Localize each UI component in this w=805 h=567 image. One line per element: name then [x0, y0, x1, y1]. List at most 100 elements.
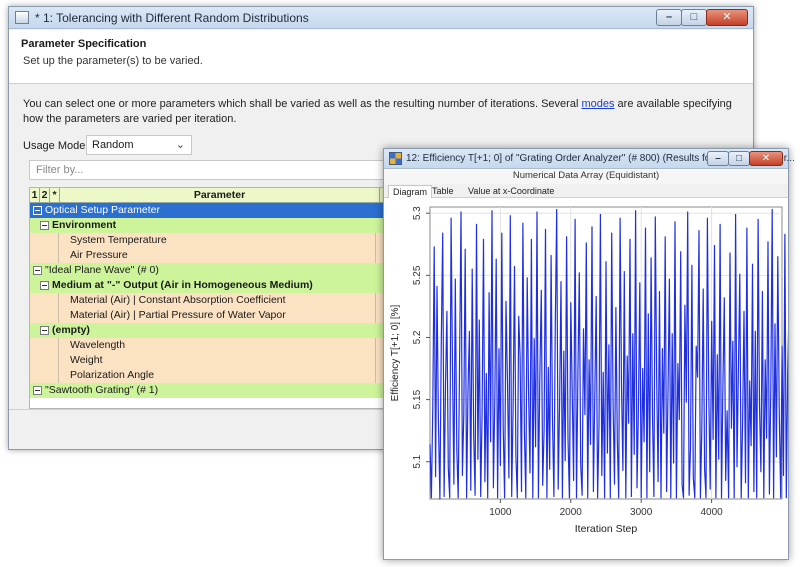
cell-divider: [375, 353, 376, 368]
column-header-2[interactable]: 2: [40, 188, 50, 203]
tree-row-empty[interactable]: (empty): [30, 323, 408, 338]
maximize-icon: □: [690, 11, 698, 23]
tree-row-label: "Sawtooth Grating" (# 1): [45, 384, 159, 396]
y-axis-label: Efficiency T[+1; 0] [%]: [390, 304, 401, 401]
page-header: Parameter Specification Set up the param…: [9, 30, 753, 84]
y-tick-label: 5.1: [412, 454, 423, 468]
tree-row-label: Polarization Angle: [70, 369, 155, 381]
collapse-icon[interactable]: [40, 221, 49, 230]
y-tick-label: 5.2: [412, 330, 423, 344]
column-header-1[interactable]: 1: [30, 188, 40, 203]
tree-guide: [58, 293, 59, 308]
column-header-parameter[interactable]: Parameter: [60, 188, 380, 203]
tab-diagram[interactable]: Diagram: [388, 185, 433, 198]
minimize-icon: –: [715, 153, 721, 164]
tree-guide: [58, 368, 59, 383]
tree-row-label: Material (Air) | Partial Pressure of Wat…: [70, 309, 286, 321]
chart-window-icon: [389, 152, 402, 165]
cell-divider: [375, 293, 376, 308]
x-tick-label: 4000: [700, 507, 723, 518]
tree-guide: [58, 308, 59, 323]
x-tick-label: 1000: [489, 507, 512, 518]
tree-row-label: "Ideal Plane Wave" (# 0): [45, 264, 159, 276]
x-tick-label: 3000: [630, 507, 653, 518]
description-text: You can select one or more parameters wh…: [23, 97, 748, 127]
chart-title-bar[interactable]: 12: Efficiency T[+1; 0] of "Grating Orde…: [384, 149, 795, 169]
cell-divider: [375, 308, 376, 323]
collapse-icon[interactable]: [33, 206, 42, 215]
tree-row-weight[interactable]: Weight: [30, 353, 408, 368]
collapse-icon[interactable]: [33, 386, 42, 395]
tree-row-label: Medium at "-" Output (Air in Homogeneous…: [52, 279, 313, 291]
filter-input[interactable]: Filter by...: [29, 160, 409, 180]
usage-mode-select[interactable]: Random ⌄: [86, 135, 192, 155]
usage-mode-label: Usage Mode: [23, 140, 86, 152]
parameter-grid: 1 2 * Parameter Va Optical Setup Paramet…: [29, 187, 409, 409]
chart-close-button[interactable]: ✕: [749, 151, 783, 166]
chart-tabs: Diagram Table Value at x-Coordinate: [384, 184, 788, 198]
collapse-icon[interactable]: [40, 326, 49, 335]
y-tick-label: 5.25: [412, 265, 423, 285]
tab-value-at-x-coordinate[interactable]: Value at x-Coordinate: [464, 185, 558, 197]
x-tick-label: 2000: [560, 507, 583, 518]
tree-row-label: Air Pressure: [70, 249, 128, 261]
y-tick-label: 5.15: [412, 389, 423, 409]
cell-divider: [375, 248, 376, 263]
tree-guide: [58, 338, 59, 353]
tree-row-label: System Temperature: [70, 234, 167, 246]
collapse-icon[interactable]: [40, 281, 49, 290]
tree-row-label: Material (Air) | Constant Absorption Coe…: [70, 294, 286, 306]
tree-row-label: Environment: [52, 219, 117, 231]
chart-maximize-button[interactable]: □: [728, 151, 750, 166]
description-part-1: You can select one or more parameters wh…: [23, 98, 582, 110]
chart-window-controls: – □ ✕: [707, 151, 783, 166]
tree-row-polarization-angle[interactable]: Polarization Angle: [30, 368, 408, 383]
cell-divider: [375, 338, 376, 353]
tree-row-system-temperature[interactable]: System Temperature: [30, 233, 408, 248]
chart-minimize-button[interactable]: –: [707, 151, 729, 166]
y-tick-label: 5.3: [412, 206, 423, 220]
close-button[interactable]: ✕: [706, 9, 748, 26]
collapse-icon[interactable]: [33, 266, 42, 275]
tree-row-ideal-plane-wave[interactable]: "Ideal Plane Wave" (# 0): [30, 263, 408, 278]
tree-row-label: Wavelength: [70, 339, 126, 351]
main-window-title: * 1: Tolerancing with Different Random D…: [35, 11, 309, 25]
usage-mode-value: Random: [92, 139, 134, 151]
column-header-star[interactable]: *: [50, 188, 60, 203]
efficiency-chart[interactable]: 1000 2000 3000 4000 5.1 5.15 5.2 5.25 5.3 Iterati…: [384, 199, 788, 559]
cell-divider: [375, 233, 376, 248]
tree-row-environment[interactable]: Environment: [30, 218, 408, 233]
tree-row-absorption-coefficient[interactable]: Material (Air) | Constant Absorption Coe…: [30, 293, 408, 308]
tree-row-optical-setup[interactable]: Optical Setup Parameter: [30, 203, 408, 218]
tree-row-wavelength[interactable]: Wavelength: [30, 338, 408, 353]
tree-row-water-vapor[interactable]: Material (Air) | Partial Pressure of Wat…: [30, 308, 408, 323]
cell-divider: [375, 368, 376, 383]
main-title-bar[interactable]: * 1: Tolerancing with Different Random D…: [9, 7, 753, 29]
window-controls: – □ ✕: [656, 9, 748, 26]
tree-guide: [58, 248, 59, 263]
page-title: Parameter Specification: [21, 38, 147, 50]
grid-header: 1 2 * Parameter Va: [30, 188, 408, 203]
minimize-button[interactable]: –: [656, 9, 682, 26]
tree-row-air-pressure[interactable]: Air Pressure: [30, 248, 408, 263]
maximize-button[interactable]: □: [681, 9, 707, 26]
page-subtitle: Set up the parameter(s) to be varied.: [23, 55, 203, 67]
efficiency-chart-window: 12: Efficiency T[+1; 0] of "Grating Orde…: [383, 148, 795, 560]
close-icon: ✕: [722, 11, 732, 23]
modes-link[interactable]: modes: [581, 98, 614, 110]
tree-row-sawtooth-grating[interactable]: "Sawtooth Grating" (# 1): [30, 383, 408, 398]
close-icon: ✕: [761, 153, 771, 164]
tree-row-label: Optical Setup Parameter: [45, 204, 160, 216]
tab-table[interactable]: Table: [428, 185, 458, 197]
minimize-icon: –: [665, 11, 673, 23]
tree-row-label: Weight: [70, 354, 103, 366]
maximize-icon: □: [735, 153, 743, 164]
tree-row-label: (empty): [52, 324, 90, 336]
document-icon: [15, 11, 29, 24]
x-axis-label: Iteration Step: [575, 523, 638, 535]
chart-window-subtitle: Numerical Data Array (Equidistant): [384, 170, 788, 184]
tree-guide: [58, 233, 59, 248]
chevron-down-icon: ⌄: [175, 139, 185, 151]
tree-row-medium-output[interactable]: Medium at "-" Output (Air in Homogeneous…: [30, 278, 408, 293]
tree-guide: [58, 353, 59, 368]
